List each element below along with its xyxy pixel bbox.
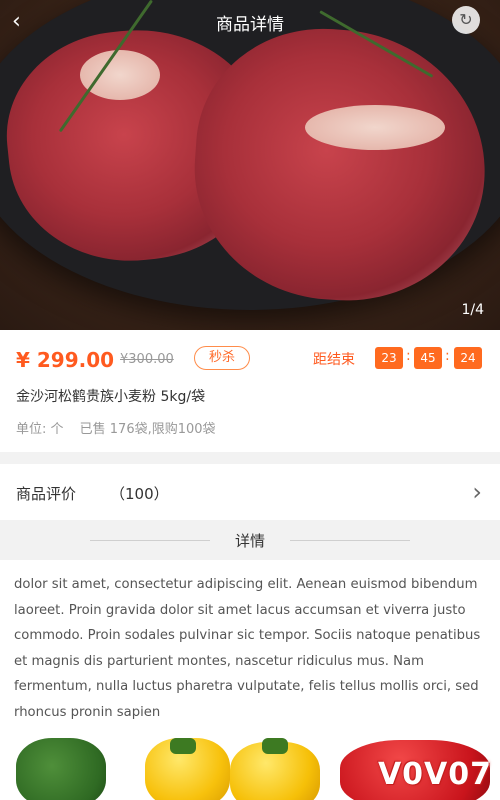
share-icon[interactable]: ↻ <box>452 6 480 34</box>
original-price: ¥300.00 <box>120 352 174 367</box>
image-pager: 1/4 <box>461 302 484 318</box>
bone-marrow-left <box>80 50 160 100</box>
section-divider <box>0 452 500 464</box>
reviews-count: （100） <box>110 485 169 503</box>
reviews-label: 商品评价 <box>16 485 77 503</box>
chevron-right-icon[interactable]: › <box>472 480 482 504</box>
bone-marrow-right <box>305 105 445 150</box>
page-title: 商品详情 <box>216 15 284 35</box>
countdown-separator: : <box>445 348 450 364</box>
countdown-label: 距结束 <box>313 352 355 368</box>
sold-info: 已售 176袋,限购100袋 <box>79 422 216 437</box>
pepper-stem <box>262 738 288 754</box>
product-image-carousel[interactable] <box>0 0 500 330</box>
countdown-seconds: 24 <box>454 347 482 369</box>
countdown-minutes: 45 <box>414 347 442 369</box>
flash-sale-badge: 秒杀 <box>194 346 250 370</box>
product-price: ¥ 299.00 <box>16 348 115 372</box>
product-meta: 单位: 个 已售 176袋,限购100袋 <box>16 418 228 437</box>
detail-description: dolor sit amet, consectetur adipiscing e… <box>14 577 481 720</box>
site-watermark: V0V07 <box>377 757 492 792</box>
countdown-separator: : <box>406 348 411 364</box>
unit-info: 单位: 个 <box>16 422 64 437</box>
product-name: 金沙河松鹤贵族小麦粉 5kg/袋 <box>16 389 206 405</box>
pepper-stem <box>170 738 196 754</box>
countdown-hours: 23 <box>375 347 403 369</box>
detail-title: 详情 <box>234 532 265 550</box>
green-vegetable <box>16 738 106 800</box>
